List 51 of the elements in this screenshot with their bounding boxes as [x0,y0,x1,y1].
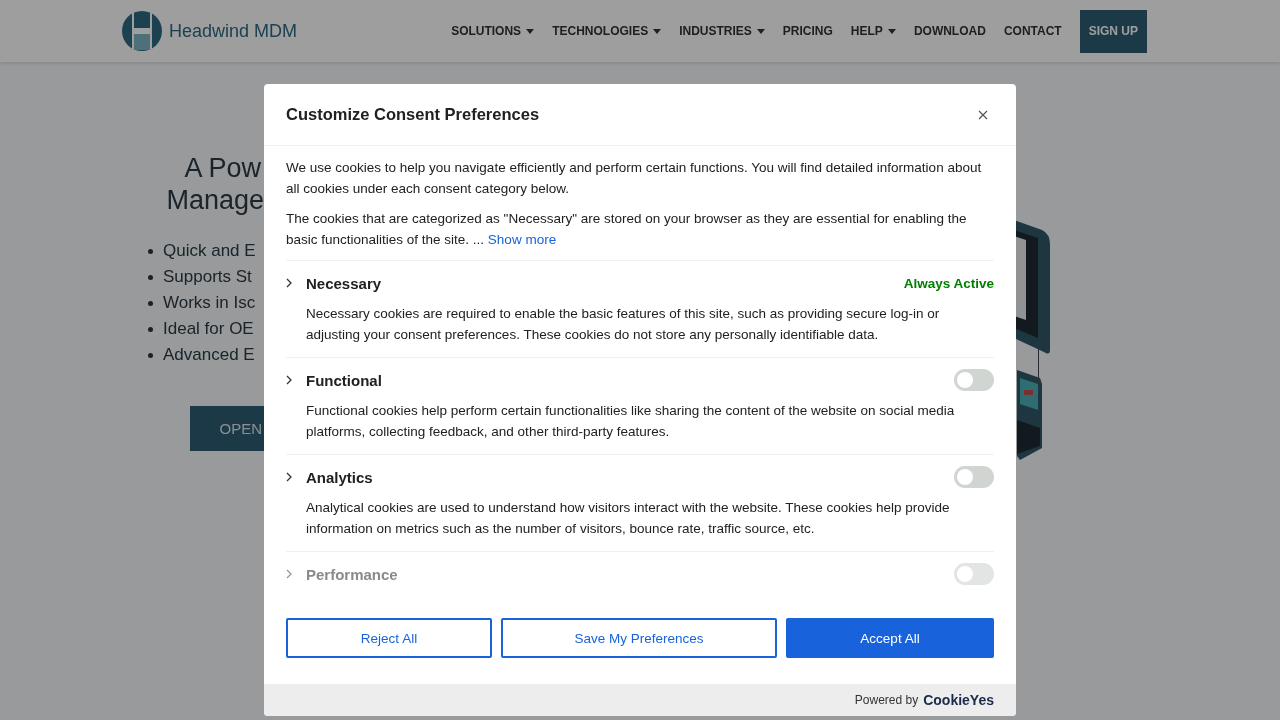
bullet-icon [148,352,153,358]
chevron-icon[interactable] [286,375,292,385]
toggle-switch[interactable] [954,466,994,488]
brand-name[interactable]: Headwind MDM [169,20,298,42]
category-name[interactable]: Analytics [306,468,940,486]
nav-link[interactable]: SOLUTIONS [451,24,535,38]
dialog-title: Customize Consent Preferences [286,105,540,124]
category-description: Necessary cookies are required to enable the basic features of this site, such as providing secure log-in or adjusting your consent preferences. These cookies do not store any personally identifiable data. [306,305,941,344]
nav-link[interactable]: CONTACT [1003,24,1062,38]
powered-by-text: Powered by [854,693,919,707]
show-more-link[interactable]: Show more [487,232,557,247]
cookieyes-logo[interactable]: CookieYes [923,692,994,708]
feature-text: Quick and E [163,241,256,261]
nav-link[interactable]: TECHNOLOGIES [552,24,662,38]
caret-icon [526,28,535,34]
bullet-icon [148,248,153,254]
open-button[interactable]: OPEN [190,406,264,451]
category-description: Analytical cookies are used to understand how visitors interact with the website. These cookies help provide information on metrics such as the number of visitors, bounce rate, traffic source, etc. [306,499,951,538]
always-active-label: Always Active [903,275,994,291]
caret-icon [887,28,896,34]
caret-icon [653,28,662,34]
category-name[interactable]: Performance [306,565,940,583]
nav-link[interactable]: PRICING [782,24,833,38]
feature-text: Works in Isc [163,293,256,313]
chevron-icon[interactable] [286,472,292,482]
close-icon[interactable] [978,109,988,120]
intro-text: We use cookies to help you navigate efficiently and perform certain functions. You will find detailed information about all cookies under each consent category below. [286,159,983,198]
bullet-icon [148,300,153,306]
category-name[interactable]: Necessary [306,274,890,292]
chevron-icon[interactable] [286,278,292,288]
accept-button[interactable]: Accept All [786,618,994,658]
intro-text: The cookies that are categorized as "Necessary" are stored on your browser as they are essential for enabling the basic functionalities of the site. ... Show more [286,208,994,261]
nav-link[interactable]: DOWNLOAD [913,24,986,38]
hero-heading-line: A Pow [184,152,262,184]
outline-button[interactable]: Reject All [286,618,492,658]
sign-up-button[interactable]: SIGN UP [1079,9,1147,53]
category-description: Functional cookies help perform certain functionalities like sharing the content of the website on social media platforms, collecting feedback, and other third-party features. [306,402,956,441]
outline-button[interactable]: Save My Preferences [501,618,777,658]
hero-heading-line: Manage [166,184,264,216]
nav-link[interactable]: HELP [850,24,896,38]
feature-text: Ideal for OE [163,319,254,339]
feature-text: Supports St [163,267,252,287]
caret-icon [756,28,765,34]
feature-text: Advanced E [163,345,255,365]
toggle-switch[interactable] [954,563,994,585]
logo-icon [122,11,162,51]
bullet-icon [148,326,153,332]
toggle-switch[interactable] [954,369,994,391]
bullet-icon [148,274,153,280]
nav-link[interactable]: INDUSTRIES [679,24,765,38]
category-name[interactable]: Functional [306,371,940,389]
